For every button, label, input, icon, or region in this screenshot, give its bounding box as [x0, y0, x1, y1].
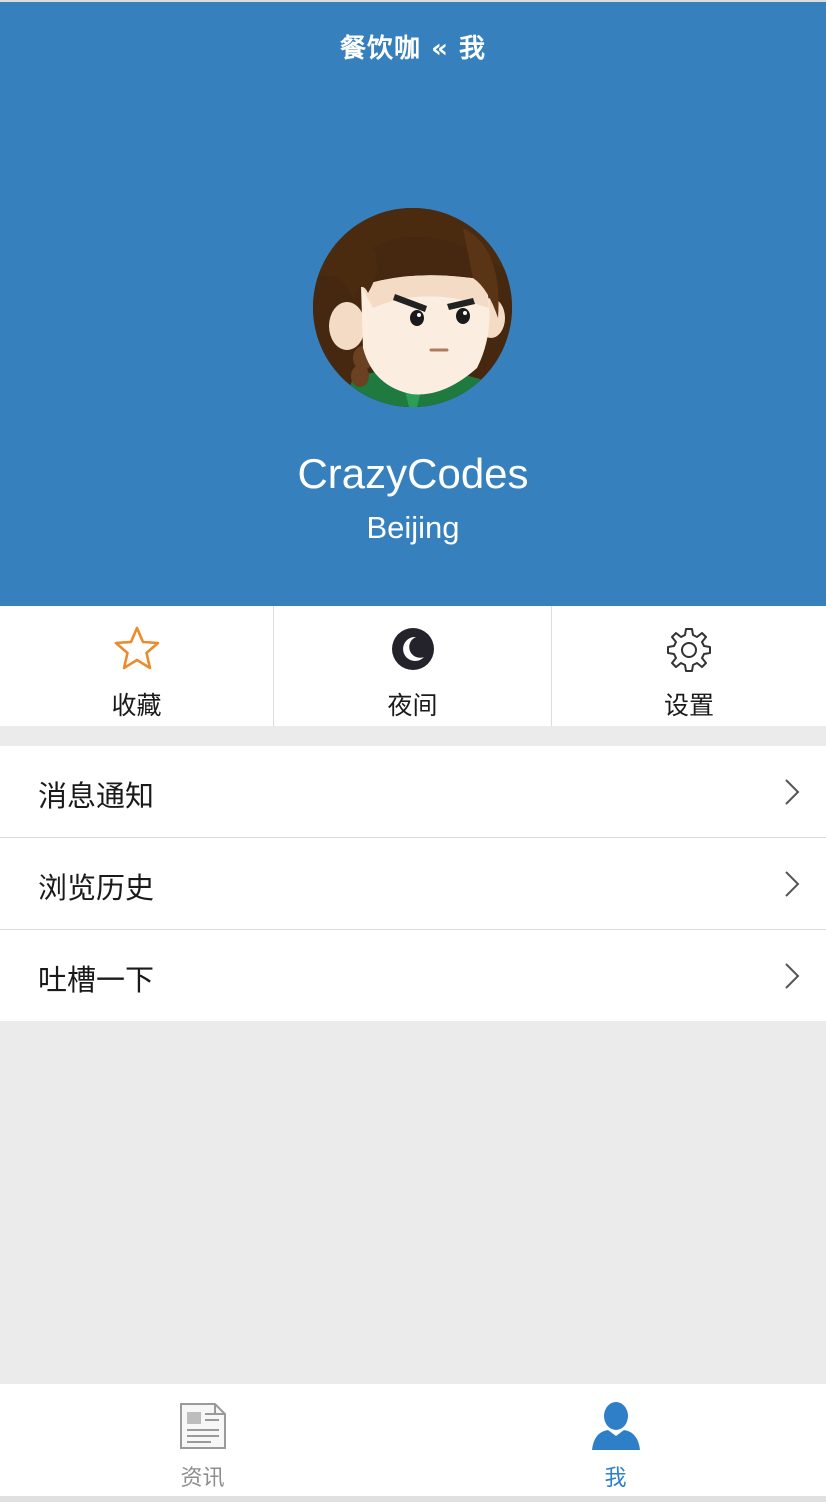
chevron-right-icon [785, 963, 800, 989]
tab-news-label: 资讯 [180, 1466, 225, 1491]
profile-header: 餐饮咖 « 我 CrazyCodes Beijing [0, 0, 826, 606]
user-icon [591, 1402, 640, 1450]
menu-item-history[interactable]: 浏览历史 [0, 838, 826, 930]
favorites-button[interactable]: 收藏 [0, 606, 273, 726]
bottom-strip [0, 1496, 826, 1502]
tab-me[interactable]: 我 [409, 1384, 822, 1496]
menu-list: 消息通知 浏览历史 吐槽一下 [0, 746, 826, 1021]
tab-news[interactable]: 资讯 [0, 1384, 409, 1496]
gear-icon [667, 628, 711, 672]
quick-actions: 收藏 夜间 设置 [0, 606, 826, 726]
menu-item-feedback[interactable]: 吐槽一下 [0, 930, 826, 1021]
chevron-right-icon [785, 871, 800, 897]
nav-title: 餐饮咖 « 我 [340, 34, 486, 64]
chevron-right-icon [785, 779, 800, 805]
star-icon [114, 626, 159, 670]
menu-item-label: 吐槽一下 [38, 963, 155, 997]
cartoon-avatar-icon [313, 208, 512, 407]
tab-me-label: 我 [604, 1466, 627, 1491]
user-city: Beijing [366, 510, 460, 545]
night-mode-label: 夜间 [387, 691, 438, 720]
moon-icon [391, 628, 434, 670]
newspaper-icon [179, 1403, 226, 1449]
night-mode-button[interactable]: 夜间 [273, 606, 551, 726]
favorites-label: 收藏 [111, 691, 162, 720]
avatar[interactable] [313, 208, 512, 407]
username: CrazyCodes [297, 450, 529, 497]
settings-button[interactable]: 设置 [551, 606, 826, 726]
tab-bar: 资讯 我 [0, 1384, 826, 1496]
menu-item-label: 浏览历史 [38, 871, 155, 905]
settings-label: 设置 [663, 691, 714, 720]
menu-item-label: 消息通知 [38, 779, 155, 813]
menu-item-notifications[interactable]: 消息通知 [0, 746, 826, 838]
